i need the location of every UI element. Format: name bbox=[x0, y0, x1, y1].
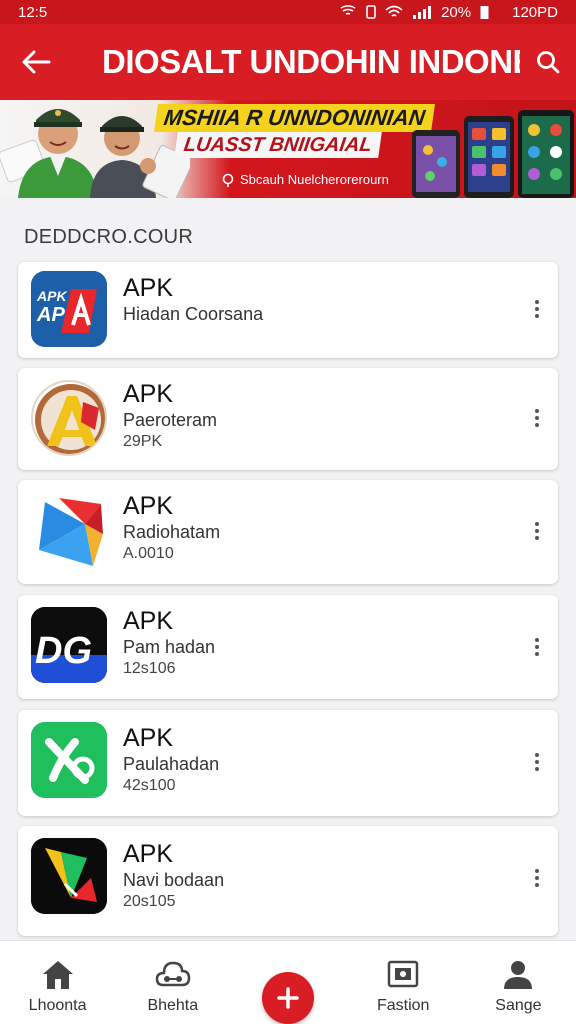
dg-logo-icon: DG bbox=[31, 607, 107, 683]
signal-icon bbox=[413, 6, 432, 19]
app-size: 20s105 bbox=[123, 893, 176, 910]
back-button[interactable] bbox=[0, 24, 72, 100]
app-list-item[interactable]: APK Paulahadan 42s100 bbox=[18, 710, 558, 816]
search-button[interactable] bbox=[520, 24, 576, 100]
app-list-item[interactable]: APK Radiohatam A.0010 bbox=[18, 480, 558, 584]
page-title: DIOSALT UNDOHIN INDONESI bbox=[102, 43, 520, 80]
app-name: APK bbox=[123, 724, 174, 752]
app-bar: DIOSALT UNDOHIN INDONESI bbox=[0, 24, 576, 100]
status-right-text: 120PD bbox=[512, 3, 558, 21]
app-size: A.0010 bbox=[123, 545, 174, 562]
status-time: 12:5 bbox=[18, 3, 48, 21]
add-button[interactable] bbox=[262, 972, 314, 1024]
banner-subline: LUASST BNIIGAIAL bbox=[174, 132, 382, 158]
nav-share-label: Bhehta bbox=[147, 997, 199, 1014]
section-title: DEDDCRO.COUR bbox=[24, 226, 194, 248]
nav-profile[interactable]: Sange bbox=[461, 941, 576, 1024]
battery-percent: 20% bbox=[441, 3, 472, 21]
app-description: Paeroteram bbox=[123, 410, 218, 430]
photo-icon bbox=[387, 960, 419, 988]
app-size: 42s100 bbox=[123, 777, 176, 794]
app-list-item[interactable]: APK Paeroteram 29PK bbox=[18, 368, 558, 470]
app-name: APK bbox=[123, 607, 174, 635]
person-icon bbox=[504, 961, 533, 989]
nav-add[interactable] bbox=[230, 941, 345, 1024]
bottom-navigation: Lhoonta Bhehta Fastion Sange bbox=[0, 940, 576, 1024]
app-name: APK bbox=[123, 492, 174, 520]
app-name: APK bbox=[123, 274, 174, 302]
promo-banner[interactable]: MSHIIA R UNNDONINIAN LUASST BNIIGAIAL Sb… bbox=[0, 100, 576, 198]
pin-icon bbox=[222, 173, 234, 187]
more-options-button[interactable] bbox=[526, 511, 548, 551]
brown-circle-a-icon bbox=[31, 380, 107, 456]
app-description: Paulahadan bbox=[123, 754, 220, 774]
share-icon bbox=[155, 961, 191, 987]
app-description: Pam hadan bbox=[123, 637, 216, 657]
app-name: APK bbox=[123, 840, 174, 868]
svg-text:DG: DG bbox=[35, 630, 92, 672]
nav-home[interactable]: Lhoonta bbox=[0, 941, 115, 1024]
app-list-item[interactable]: APK Navi bodaan 20s105 bbox=[18, 826, 558, 936]
app-size: 29PK bbox=[123, 433, 163, 450]
nav-profile-label: Sange bbox=[495, 997, 542, 1014]
svg-text:AP: AP bbox=[36, 304, 65, 326]
more-options-button[interactable] bbox=[526, 742, 548, 782]
wifi-icon bbox=[385, 5, 403, 17]
banner-caption: Sbcauh Nuelcherorerourn bbox=[222, 172, 389, 187]
devices-illustration bbox=[412, 110, 574, 198]
plus-icon bbox=[277, 987, 299, 1009]
nav-share[interactable]: Bhehta bbox=[115, 941, 230, 1024]
svg-text:APK: APK bbox=[36, 288, 67, 304]
banner-caption-text: Sbcauh Nuelcherorerourn bbox=[240, 172, 389, 187]
status-bar: 12:5 20% 120PD bbox=[0, 0, 576, 24]
sim-icon bbox=[366, 5, 376, 19]
search-icon bbox=[537, 51, 560, 74]
nav-fastion-label: Fastion bbox=[376, 997, 430, 1014]
nav-fastion[interactable]: Fastion bbox=[346, 941, 461, 1024]
banner-headline: MSHIIA R UNNDONINIAN bbox=[154, 104, 435, 132]
app-size: 12s106 bbox=[123, 660, 176, 677]
green-x-icon bbox=[31, 722, 107, 798]
nav-home-label: Lhoonta bbox=[28, 997, 87, 1014]
app-list-item[interactable]: APK AP APK Hiadan Coorsana bbox=[18, 262, 558, 358]
more-options-button[interactable] bbox=[526, 627, 548, 667]
vibrate-icon bbox=[340, 5, 356, 15]
back-arrow-icon bbox=[22, 50, 51, 74]
app-name: APK bbox=[123, 380, 174, 408]
home-icon bbox=[42, 961, 73, 989]
app-list-item[interactable]: DG APK Pam hadan 12s106 bbox=[18, 595, 558, 699]
more-options-button[interactable] bbox=[526, 289, 548, 329]
app-description: Navi bodaan bbox=[123, 870, 225, 890]
black-arrow-icon bbox=[31, 838, 107, 914]
battery-icon bbox=[480, 6, 489, 19]
colorful-triangle-icon bbox=[31, 494, 107, 570]
more-options-button[interactable] bbox=[526, 398, 548, 438]
app-description: Hiadan Coorsana bbox=[123, 304, 264, 324]
app-description: Radiohatam bbox=[123, 522, 221, 542]
more-options-button[interactable] bbox=[526, 858, 548, 898]
apk-red-blue-icon: APK AP bbox=[31, 271, 107, 347]
